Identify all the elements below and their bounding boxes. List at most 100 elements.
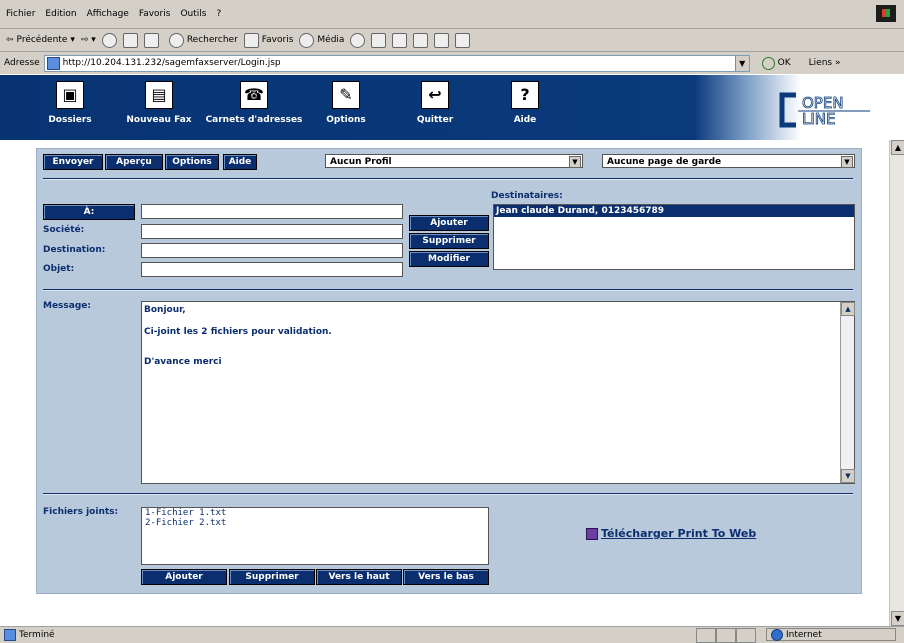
chevron-down-icon[interactable]: ▼ [841,156,853,168]
scroll-up-icon[interactable]: ▲ [841,302,855,316]
profile-select[interactable]: Aucun Profil ▼ [325,154,583,168]
search-icon [168,32,184,48]
destination-input[interactable] [141,243,403,258]
favorites-icon [243,32,259,48]
history-button[interactable] [350,32,366,48]
download-icon [586,527,598,540]
chevron-down-icon[interactable]: ▼ [569,156,581,168]
status-bar: Terminé Internet [0,626,904,643]
message-line: Bonjour, [144,305,186,315]
go-label: OK [777,58,791,68]
back-button[interactable]: ⇦ Précédente ▾ [6,35,75,45]
menu-bar: Fichier Edition Affichage Favoris Outils… [0,0,904,29]
search-button[interactable]: Rechercher [168,32,238,48]
home-icon [143,32,159,48]
destination-label: Destination: [43,245,106,255]
discuss-button[interactable] [434,32,450,48]
nav-nouveau-fax[interactable]: ▤ Nouveau Fax [119,81,199,125]
nav-dossiers[interactable]: ▣ Dossiers [30,81,110,125]
folder-icon: ▣ [56,81,84,109]
media-button[interactable]: Média [299,32,345,48]
security-zone: Internet [766,628,896,641]
print-icon [392,32,408,48]
status-cell [696,628,716,643]
history-icon [350,32,366,48]
chevron-down-icon: ▾ [70,35,75,45]
go-button[interactable]: OK [761,56,791,70]
scroll-up-icon[interactable]: ▲ [891,140,904,155]
media-icon [299,32,315,48]
list-item[interactable]: 1-Fichier 1.txt [142,508,488,518]
add-attachment-button[interactable]: Ajouter [141,569,227,585]
attachments-list[interactable]: 1-Fichier 1.txt 2-Fichier 2.txt [141,507,489,565]
company-input[interactable] [141,224,403,239]
list-item[interactable]: Jean claude Durand, 0123456789 [494,205,854,217]
messenger-button[interactable] [455,32,471,48]
url-text: http://10.204.131.232/sagemfaxserver/Log… [62,58,281,68]
mail-button[interactable] [371,32,387,48]
subject-label: Objet: [43,264,75,274]
move-up-button[interactable]: Vers le haut [316,569,402,585]
nav-quitter[interactable]: ↩ Quitter [395,81,475,125]
add-recipient-button[interactable]: Ajouter [409,215,489,231]
message-scrollbar[interactable]: ▲ ▼ [840,302,855,483]
remove-recipient-button[interactable]: Supprimer [409,233,489,249]
menu-fichier[interactable]: Fichier [6,9,35,19]
fax-icon: ▤ [145,81,173,109]
address-bar: Adresse http://10.204.131.232/sagemfaxse… [0,52,904,74]
stop-button[interactable] [101,32,117,48]
chevron-down-icon[interactable]: ▼ [734,55,749,71]
message-textarea[interactable]: Bonjour, Ci-joint les 2 fichiers pour va… [141,301,855,484]
favorites-label: Favoris [261,35,294,45]
nav-carnets-adresses[interactable]: ☎ Carnets d'adresses [196,81,312,125]
nav-aide[interactable]: ? Aide [485,81,565,125]
to-input[interactable] [141,204,403,219]
scroll-down-icon[interactable]: ▼ [891,611,904,626]
page-icon [46,56,60,70]
menu-affichage[interactable]: Affichage [87,9,129,19]
menu-outils[interactable]: Outils [180,9,206,19]
move-down-button[interactable]: Vers le bas [403,569,489,585]
favorites-button[interactable]: Favoris [243,32,294,48]
preview-button[interactable]: Aperçu [105,154,163,170]
edit-recipient-button[interactable]: Modifier [409,251,489,267]
recipients-list[interactable]: Jean claude Durand, 0123456789 [493,204,855,270]
page-scrollbar[interactable]: ▲ ▼ [889,140,904,626]
nav-options[interactable]: ✎ Options [306,81,386,125]
cover-page-select[interactable]: Aucune page de garde ▼ [602,154,855,168]
mail-icon [371,32,387,48]
status-cell [736,628,756,643]
options-button[interactable]: Options [165,154,219,170]
download-link-text: Télécharger Print To Web [601,527,757,540]
go-arrow-icon [761,56,775,70]
forward-button[interactable]: ⇨ ▾ [81,35,96,45]
remove-attachment-button[interactable]: Supprimer [229,569,315,585]
home-button[interactable] [143,32,159,48]
windows-logo-icon [876,5,896,22]
subject-input[interactable] [141,262,403,277]
print-button[interactable] [392,32,408,48]
nav-label: Options [326,115,366,125]
send-button[interactable]: Envoyer [43,154,103,170]
menu-edition[interactable]: Edition [45,9,76,19]
menu-help[interactable]: ? [216,9,221,19]
browser-toolbar: ⇦ Précédente ▾ ⇨ ▾ Rechercher Favoris Mé… [0,29,904,52]
divider [43,289,853,291]
links-button[interactable]: Liens » [809,58,841,68]
url-input[interactable]: http://10.204.131.232/sagemfaxserver/Log… [43,54,750,72]
divider [43,178,853,180]
scroll-down-icon[interactable]: ▼ [841,469,855,483]
media-label: Média [317,35,345,45]
list-item[interactable]: 2-Fichier 2.txt [142,518,488,528]
status-cell [716,628,736,643]
menu-favoris[interactable]: Favoris [139,9,171,19]
status-left: Terminé [4,629,55,641]
refresh-button[interactable] [122,32,138,48]
wrench-icon: ✎ [332,81,360,109]
address-label: Adresse [4,58,40,68]
help-button[interactable]: Aide [223,154,257,170]
page-icon [4,629,16,641]
edit-page-button[interactable] [413,32,429,48]
download-print-to-web-link[interactable]: Télécharger Print To Web [586,527,756,540]
to-button[interactable]: À: [43,204,135,220]
